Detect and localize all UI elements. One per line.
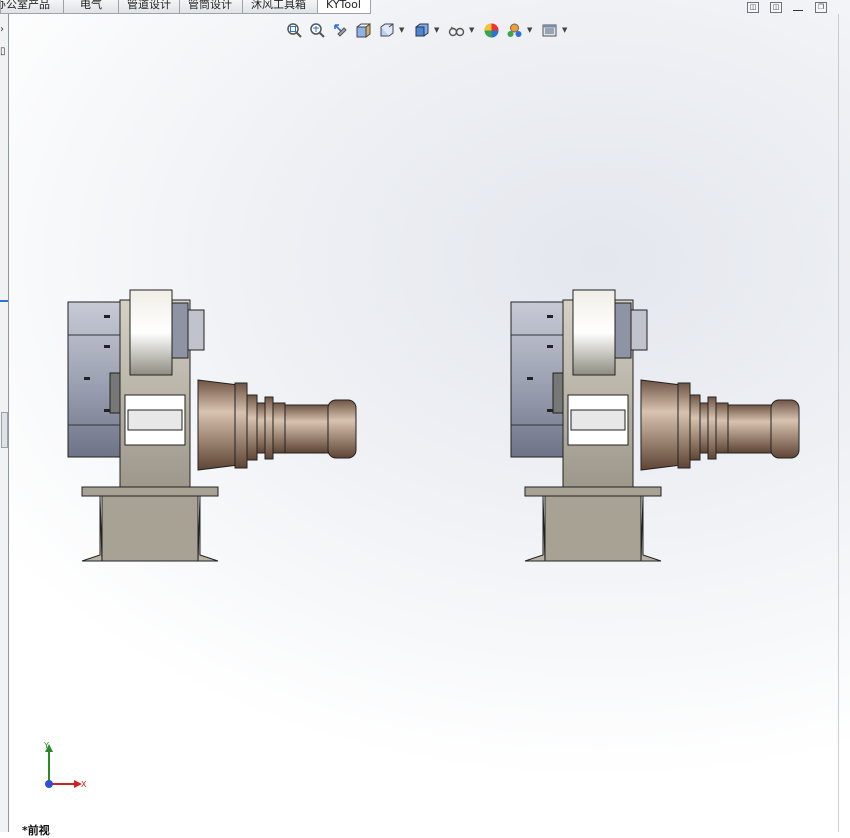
triad-x-label: X <box>81 780 87 789</box>
triad-y-label: Y <box>43 741 49 750</box>
tab-kytool[interactable]: KYTool <box>317 0 371 14</box>
hide-show-dropdown-icon[interactable]: ▼ <box>469 20 476 40</box>
tab-electrical[interactable]: 电气 <box>63 0 119 14</box>
expand-arrow-icon[interactable]: › <box>0 24 4 35</box>
view-settings-dropdown-icon[interactable]: ▼ <box>562 20 569 40</box>
tab-office-products[interactable]: 办公室产品 <box>0 0 64 14</box>
selection-indicator <box>0 300 8 302</box>
restore-icon[interactable]: ❐ <box>815 2 827 13</box>
panel-splitter-handle[interactable] <box>1 412 8 448</box>
tile-horizontal-icon[interactable]: ◫ <box>747 2 759 13</box>
reference-triad: Y X <box>43 741 87 789</box>
welding-roller-assembly-right[interactable] <box>503 285 803 570</box>
edit-appearance-icon[interactable] <box>481 20 501 40</box>
panel-box-icon: ▯ <box>0 46 6 57</box>
section-view-icon[interactable] <box>353 20 373 40</box>
hide-show-items-icon[interactable] <box>446 20 466 40</box>
view-name-label: *前视 <box>22 824 50 837</box>
apply-scene-dropdown-icon[interactable]: ▼ <box>527 20 534 40</box>
display-style-icon[interactable] <box>411 20 431 40</box>
welding-roller-assembly-left[interactable] <box>60 285 360 570</box>
command-manager-tabs: 办公室产品 电气 管道设计 管筒设计 沐风工具箱 KYTool <box>0 0 371 14</box>
view-settings-icon[interactable] <box>539 20 559 40</box>
zoom-to-area-icon[interactable] <box>307 20 327 40</box>
tab-mufeng-toolbox[interactable]: 沐风工具箱 <box>242 0 318 14</box>
tile-vertical-icon[interactable]: ◫ <box>770 2 782 13</box>
previous-view-icon[interactable] <box>330 20 350 40</box>
view-orientation-dropdown-icon[interactable]: ▼ <box>399 20 406 40</box>
apply-scene-icon[interactable] <box>504 20 524 40</box>
display-style-dropdown-icon[interactable]: ▼ <box>434 20 441 40</box>
tab-piping[interactable]: 管道设计 <box>118 0 180 14</box>
view-orientation-icon[interactable] <box>376 20 396 40</box>
feature-manager-collapsed-panel[interactable] <box>0 14 9 832</box>
tab-tubing[interactable]: 管筒设计 <box>179 0 243 14</box>
minimize-icon[interactable] <box>792 2 804 13</box>
heads-up-view-toolbar: ▼ ▼ ▼ ▼ ▼ <box>284 20 574 40</box>
zoom-to-fit-icon[interactable] <box>284 20 304 40</box>
viewport-right-border <box>838 14 839 832</box>
